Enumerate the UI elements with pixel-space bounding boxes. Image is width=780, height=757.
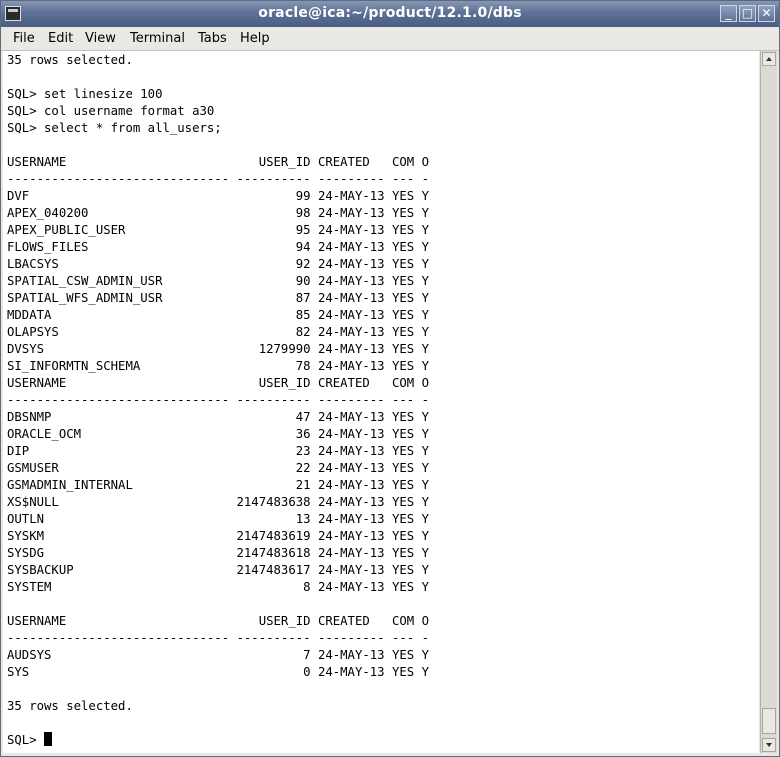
- terminal-line: DVF 99 24-MAY-13 YES Y: [7, 189, 429, 203]
- window-controls: _ □ ✕: [720, 5, 775, 22]
- terminal-line: SPATIAL_CSW_ADMIN_USR 90 24-MAY-13 YES Y: [7, 274, 429, 288]
- sql-prompt: SQL>: [7, 733, 45, 747]
- terminal-line: SYS 0 24-MAY-13 YES Y: [7, 665, 429, 679]
- terminal-line: SQL> set linesize 100: [7, 87, 163, 101]
- terminal-line: DBSNMP 47 24-MAY-13 YES Y: [7, 410, 429, 424]
- terminal-line: ------------------------------ ---------…: [7, 631, 429, 645]
- terminal-line: DIP 23 24-MAY-13 YES Y: [7, 444, 429, 458]
- close-button[interactable]: ✕: [758, 5, 775, 22]
- menu-edit[interactable]: Edit: [48, 31, 73, 46]
- terminal-text: 35 rows selected. SQL> set linesize 100 SQ…: [7, 52, 429, 749]
- terminal-line: ------------------------------ ---------…: [7, 393, 429, 407]
- terminal-line: SYSDG 2147483618 24-MAY-13 YES Y: [7, 546, 429, 560]
- terminal-line: GSMUSER 22 24-MAY-13 YES Y: [7, 461, 429, 475]
- scroll-down-arrow-icon[interactable]: [762, 738, 776, 752]
- terminal-line: DVSYS 1279990 24-MAY-13 YES Y: [7, 342, 429, 356]
- terminal-line: SPATIAL_WFS_ADMIN_USR 87 24-MAY-13 YES Y: [7, 291, 429, 305]
- terminal-line: USERNAME USER_ID CREATED COM O: [7, 376, 429, 390]
- scroll-thumb[interactable]: [762, 708, 776, 734]
- terminal-line: OLAPSYS 82 24-MAY-13 YES Y: [7, 325, 429, 339]
- menu-bar: File Edit View Terminal Tabs Help: [1, 27, 779, 51]
- vertical-scrollbar[interactable]: [760, 51, 777, 753]
- window-title: oracle@ica:~/product/12.1.0/dbs: [258, 5, 522, 21]
- terminal-line: ORACLE_OCM 36 24-MAY-13 YES Y: [7, 427, 429, 441]
- terminal-line: MDDATA 85 24-MAY-13 YES Y: [7, 308, 429, 322]
- title-bar[interactable]: oracle@ica:~/product/12.1.0/dbs _ □ ✕: [1, 1, 779, 27]
- terminal-line: XS$NULL 2147483638 24-MAY-13 YES Y: [7, 495, 429, 509]
- terminal-line: AUDSYS 7 24-MAY-13 YES Y: [7, 648, 429, 662]
- terminal-output-area[interactable]: 35 rows selected. SQL> set linesize 100 SQ…: [3, 51, 759, 753]
- terminal-line: SYSTEM 8 24-MAY-13 YES Y: [7, 580, 429, 594]
- terminal-line: SI_INFORMTN_SCHEMA 78 24-MAY-13 YES Y: [7, 359, 429, 373]
- terminal-line: USERNAME USER_ID CREATED COM O: [7, 155, 429, 169]
- terminal-line: SQL> col username format a30: [7, 104, 215, 118]
- terminal-line: SYSKM 2147483619 24-MAY-13 YES Y: [7, 529, 429, 543]
- maximize-button[interactable]: □: [739, 5, 756, 22]
- menu-view[interactable]: View: [85, 31, 116, 46]
- menu-terminal[interactable]: Terminal: [130, 31, 185, 46]
- terminal-line: 35 rows selected.: [7, 53, 133, 67]
- terminal-window: oracle@ica:~/product/12.1.0/dbs _ □ ✕ Fi…: [0, 0, 780, 757]
- menu-help[interactable]: Help: [240, 31, 270, 46]
- terminal-line: 35 rows selected.: [7, 699, 133, 713]
- menu-file[interactable]: File: [13, 31, 35, 46]
- terminal-line: ------------------------------ ---------…: [7, 172, 429, 186]
- minimize-button[interactable]: _: [720, 5, 737, 22]
- terminal-line: APEX_040200 98 24-MAY-13 YES Y: [7, 206, 429, 220]
- scroll-up-arrow-icon[interactable]: [762, 52, 776, 66]
- terminal-line: SYSBACKUP 2147483617 24-MAY-13 YES Y: [7, 563, 429, 577]
- terminal-line: OUTLN 13 24-MAY-13 YES Y: [7, 512, 429, 526]
- terminal-line: GSMADMIN_INTERNAL 21 24-MAY-13 YES Y: [7, 478, 429, 492]
- terminal-line: SQL> select * from all_users;: [7, 121, 222, 135]
- terminal-line: USERNAME USER_ID CREATED COM O: [7, 614, 429, 628]
- prompt-line[interactable]: SQL>: [7, 732, 429, 749]
- text-cursor: [44, 732, 53, 746]
- menu-tabs[interactable]: Tabs: [198, 31, 227, 46]
- terminal-line: FLOWS_FILES 94 24-MAY-13 YES Y: [7, 240, 429, 254]
- terminal-line: LBACSYS 92 24-MAY-13 YES Y: [7, 257, 429, 271]
- terminal-line: APEX_PUBLIC_USER 95 24-MAY-13 YES Y: [7, 223, 429, 237]
